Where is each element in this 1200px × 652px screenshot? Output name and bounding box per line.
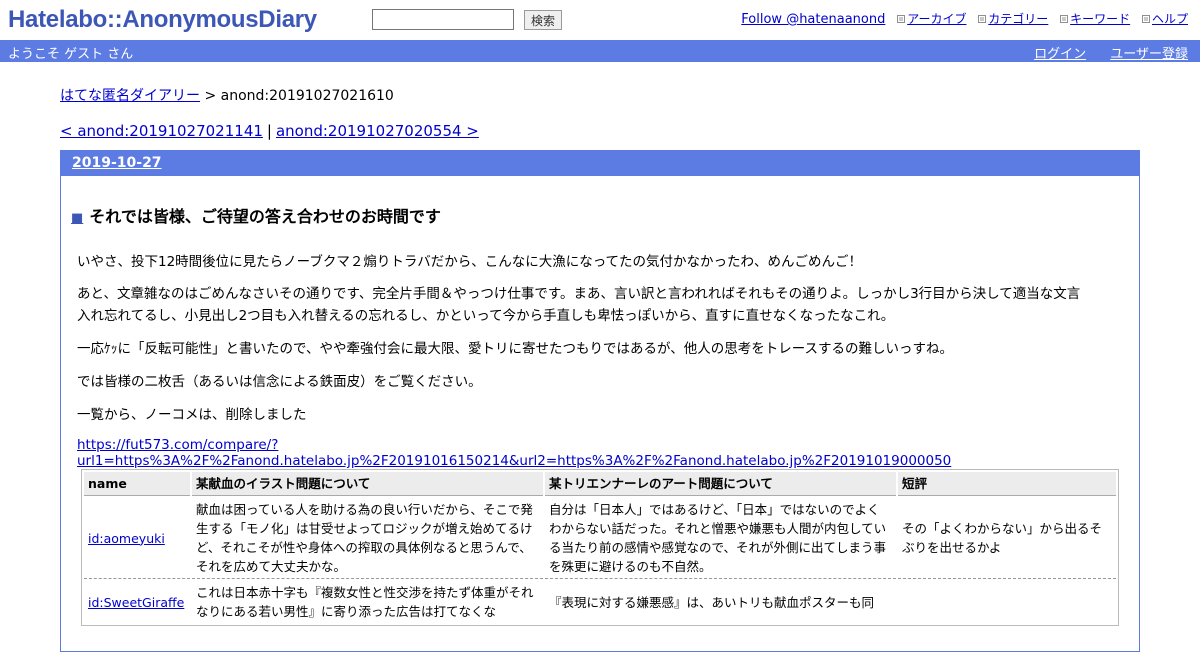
header: Hatelabo::AnonymousDiary 検索 Follow @hate… — [0, 0, 1200, 40]
column-header-review: 短評 — [898, 472, 1116, 496]
breadcrumb: はてな匿名ダイアリー > anond:20191027021610 — [60, 85, 394, 105]
nav-keyword[interactable]: キーワード — [1070, 12, 1130, 26]
welcome-text: ようこそ ゲスト さん — [8, 47, 134, 62]
search-input[interactable] — [372, 9, 514, 30]
table-cell: 献血は困っている人を助ける為の良い行いだから、そこで発生する「モノ化」は甘受せよ… — [192, 498, 543, 579]
follow-link[interactable]: Follow @hatenaanond — [741, 12, 885, 27]
table-cell: その「よくわからない」から出るそぶりを出せるかよ — [898, 498, 1116, 579]
bullet-icon — [978, 14, 987, 23]
entry-title-text: それでは皆様、ご待望の答え合わせのお時間です — [89, 207, 441, 226]
register-link[interactable]: ユーザー登録 — [1110, 47, 1188, 62]
day-date-link[interactable]: 2019-10-27 — [72, 155, 162, 171]
column-header-art: 某トリエンナーレのアート問題について — [545, 472, 896, 496]
nav-archive[interactable]: アーカイブ — [907, 12, 966, 26]
next-entry-link[interactable]: anond:20191027020554 > — [276, 122, 479, 140]
paragraph-2: あと、文章雑なのはごめんなさいその通りです、完全片手間＆やっつけ仕事です。まあ、… — [77, 283, 1127, 327]
paragraph-5: 一覧から、ノーコメは、削除しました — [77, 407, 307, 423]
nav-help[interactable]: ヘルプ — [1152, 12, 1188, 26]
entry-permalink-icon[interactable]: ■ — [71, 211, 83, 226]
table-cell: 自分は「日本人」ではあるけど、「日本」ではないのでよくわからない話だった。それと… — [545, 498, 896, 579]
entry-title: ■ それでは皆様、ご待望の答え合わせのお時間です — [71, 203, 441, 227]
paragraph-2-line-2: 入れ忘れてるし、小見出し2つ目も入れ替えるの忘れるし、かといって今から手直しも卑… — [77, 308, 895, 324]
column-header-blood: 某献血のイラスト問題について — [192, 472, 543, 496]
user-link[interactable]: id:aomeyuki — [88, 531, 165, 546]
column-header-name: name — [84, 472, 190, 496]
table-header-row: name 某献血のイラスト問題について 某トリエンナーレのアート問題について 短… — [84, 472, 1116, 496]
paragraph-1: いやさ、投下12時間後位に見たらノーブクマ２煽りトラバだから、こんなに大漁になっ… — [77, 254, 863, 270]
bullet-icon — [897, 14, 906, 23]
table-cell: 『表現に対する嫌悪感』は、あいトリも献血ポスターも同 — [549, 594, 875, 610]
table-row: id:SweetGiraffe これは日本赤十字も『複数女性と性交渉を持たず体重… — [84, 581, 1116, 623]
user-link[interactable]: id:SweetGiraffe — [88, 595, 184, 610]
bullet-icon — [1141, 14, 1150, 23]
pager: < anond:20191027021141 | anond:20191027020… — [60, 122, 479, 140]
breadcrumb-home[interactable]: はてな匿名ダイアリー — [60, 88, 200, 104]
bullet-icon — [1060, 14, 1069, 23]
table-cell: これは日本赤十字も『複数女性と性交渉を持たず体重がそれなりにある若い男性』に寄り… — [196, 585, 534, 619]
site-logo[interactable]: Hatelabo::AnonymousDiary — [8, 6, 317, 34]
header-nav: Follow @hatenaanond アーカイブ カテゴリー キーワード ヘル… — [741, 10, 1188, 27]
prev-entry-link[interactable]: < anond:20191027021141 — [60, 122, 263, 140]
nav-category[interactable]: カテゴリー — [988, 12, 1048, 26]
table-cell — [898, 581, 1116, 623]
day-section: 2019-10-27 ■ それでは皆様、ご待望の答え合わせのお時間です いやさ、投… — [60, 150, 1140, 652]
login-link[interactable]: ログイン — [1034, 47, 1086, 62]
name-cell: id:aomeyuki — [84, 498, 190, 579]
paragraph-2-line-1: あと、文章雑なのはごめんなさいその通りです、完全片手間＆やっつけ仕事です。まあ、… — [77, 286, 1081, 302]
breadcrumb-current: > anond:20191027021610 — [200, 88, 394, 104]
compare-url-link[interactable]: https://fut573.com/compare/?url1=https%3… — [77, 437, 1139, 469]
search-button[interactable]: 検索 — [524, 10, 562, 30]
comparison-table: name 某献血のイラスト問題について 某トリエンナーレのアート問題について 短… — [81, 469, 1119, 626]
pager-separator: | — [266, 122, 272, 140]
name-cell: id:SweetGiraffe — [84, 581, 190, 623]
user-links: ログイン ユーザー登録 — [1014, 43, 1188, 62]
user-bar: ようこそ ゲスト さん ログイン ユーザー登録 — [0, 40, 1200, 62]
paragraph-4: では皆様の二枚舌（あるいは信念による鉄面皮）をご覧ください。 — [77, 374, 482, 390]
day-header: 2019-10-27 — [61, 151, 1139, 176]
paragraph-3: 一応ｹｯに「反転可能性」と書いたので、やや牽強付会に最大限、愛トリに寄せたつもり… — [77, 341, 954, 357]
table-row: id:aomeyuki 献血は困っている人を助ける為の良い行いだから、そこで発生… — [84, 498, 1116, 579]
